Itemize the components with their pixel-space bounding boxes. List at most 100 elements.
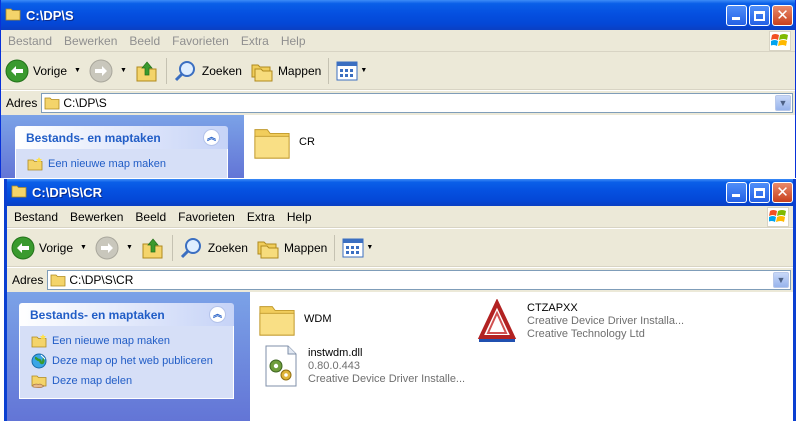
file-company: Creative Technology Ltd (527, 327, 645, 340)
windows-logo-icon (767, 207, 789, 227)
dll-file-icon (265, 345, 297, 387)
file-name: CTZAPXX (527, 301, 578, 314)
new-folder-icon (31, 334, 47, 348)
address-dropdown-button[interactable]: ▼ (773, 272, 789, 288)
back-button[interactable]: Vorige ▼ (7, 232, 91, 264)
menu-help[interactable]: Help (275, 34, 312, 48)
address-bar: Adres C:\DP\S\CR ▼ (7, 268, 793, 292)
search-icon (174, 60, 195, 81)
file-name: instwdm.dll (308, 346, 363, 359)
toolbar: Vorige ▼ ▼ Zoeken Mappen ▼ (1, 52, 795, 90)
search-button[interactable]: Zoeken (170, 55, 246, 87)
explorer-window-dp-s-cr: C:\DP\S\CR ✕ Bestand Bewerken Beeld Favo… (4, 179, 796, 421)
list-item-folder-wdm[interactable]: WDM (258, 300, 332, 338)
chevron-down-icon[interactable]: ▼ (80, 244, 87, 251)
title-bar[interactable]: C:\DP\S ✕ (1, 0, 795, 30)
list-item-ctzapxx[interactable]: CTZAPXX Creative Device Driver Installa.… (475, 299, 684, 343)
menu-extra[interactable]: Extra (241, 210, 281, 224)
menu-extra[interactable]: Extra (235, 34, 275, 48)
title-bar[interactable]: C:\DP\S\CR ✕ (7, 179, 793, 206)
menu-beeld[interactable]: Beeld (129, 210, 172, 224)
menu-bestand[interactable]: Bestand (7, 210, 64, 224)
minimize-icon (732, 194, 740, 197)
folder-icon (44, 97, 60, 110)
tasks-header[interactable]: Bestands- en maptaken ︽ (15, 126, 228, 149)
close-icon: ✕ (776, 7, 789, 24)
menu-bar: Bestand Bewerken Beeld Favorieten Extra … (7, 206, 793, 228)
task-new-folder[interactable]: Een nieuwe map maken (31, 331, 233, 351)
menu-bar: Bestand Bewerken Beeld Favorieten Extra … (1, 30, 795, 52)
up-folder-button[interactable] (131, 55, 163, 87)
tasks-header[interactable]: Bestands- en maptaken ︽ (19, 303, 234, 326)
chevron-down-icon[interactable]: ▼ (120, 67, 127, 74)
folder-icon (5, 7, 21, 24)
address-dropdown-button[interactable]: ▼ (775, 95, 791, 111)
list-item-folder-cr[interactable]: CR (253, 123, 315, 161)
views-icon (336, 61, 358, 80)
folder-up-icon (136, 60, 157, 81)
maximize-button[interactable] (749, 182, 770, 203)
views-button[interactable]: ▼ (338, 232, 377, 264)
task-publish-web[interactable]: Deze map op het web publiceren (31, 351, 233, 371)
maximize-button[interactable] (749, 5, 770, 26)
new-folder-icon (27, 157, 43, 171)
maximize-icon (754, 10, 765, 21)
menu-bestand[interactable]: Bestand (1, 34, 58, 48)
forward-button[interactable]: ▼ (85, 55, 131, 87)
list-item-instwdm-dll[interactable]: instwdm.dll 0.80.0.443 Creative Device D… (262, 344, 465, 388)
chevron-down-icon[interactable]: ▼ (126, 244, 133, 251)
maximize-icon (754, 187, 765, 198)
toolbar-separator (165, 57, 167, 84)
folder-up-icon (142, 237, 163, 258)
menu-favorieten[interactable]: Favorieten (166, 34, 235, 48)
search-button[interactable]: Zoeken (176, 232, 252, 264)
close-button[interactable]: ✕ (772, 182, 793, 203)
back-arrow-icon (5, 59, 29, 82)
task-new-folder[interactable]: Een nieuwe map maken (27, 154, 227, 174)
back-button[interactable]: Vorige ▼ (1, 55, 85, 87)
forward-button[interactable]: ▼ (91, 232, 137, 264)
chevron-down-icon[interactable]: ▼ (74, 67, 81, 74)
close-icon: ✕ (776, 184, 789, 201)
minimize-button[interactable] (726, 5, 747, 26)
folders-icon (251, 64, 273, 81)
folders-icon (257, 241, 279, 258)
minimize-button[interactable] (726, 182, 747, 203)
content-area: Bestands- en maptaken ︽ Een nieuwe map m… (1, 115, 795, 178)
toolbar-separator (328, 57, 330, 84)
close-button[interactable]: ✕ (772, 5, 793, 26)
tasks-list: Een nieuwe map maken Deze map op het web… (19, 326, 234, 399)
address-input[interactable]: C:\DP\S ▼ (41, 93, 793, 113)
file-name: WDM (304, 312, 332, 325)
menu-favorieten[interactable]: Favorieten (172, 210, 241, 224)
address-label: Adres (12, 273, 44, 287)
minimize-icon (732, 17, 740, 20)
task-pane: Bestands- en maptaken ︽ Een nieuwe map m… (7, 292, 250, 421)
file-folder-tasks-panel: Bestands- en maptaken ︽ Een nieuwe map m… (19, 303, 234, 399)
address-label: Adres (6, 96, 38, 110)
up-folder-button[interactable] (137, 232, 169, 264)
content-area: Bestands- en maptaken ︽ Een nieuwe map m… (7, 292, 793, 421)
views-icon (342, 238, 364, 257)
menu-help[interactable]: Help (281, 210, 318, 224)
folder-icon (254, 129, 290, 159)
back-arrow-icon (11, 236, 35, 259)
address-bar: Adres C:\DP\S ▼ (1, 91, 795, 115)
address-value: C:\DP\S\CR (69, 273, 134, 287)
address-value: C:\DP\S (63, 96, 107, 110)
task-share-folder[interactable]: Deze map delen (31, 371, 233, 391)
menu-bewerken[interactable]: Bewerken (58, 34, 123, 48)
window-title: C:\DP\S (26, 7, 74, 23)
folder-icon (50, 274, 66, 287)
folder-icon (259, 306, 295, 336)
collapse-chevron-icon[interactable]: ︽ (203, 129, 220, 146)
address-input[interactable]: C:\DP\S\CR ▼ (47, 270, 791, 290)
menu-bewerken[interactable]: Bewerken (64, 210, 129, 224)
views-button[interactable]: ▼ (332, 55, 371, 87)
collapse-chevron-icon[interactable]: ︽ (209, 306, 226, 323)
creative-driver-icon (477, 299, 517, 342)
file-version: 0.80.0.443 (308, 359, 360, 372)
folders-button[interactable]: Mappen (246, 55, 325, 87)
menu-beeld[interactable]: Beeld (123, 34, 166, 48)
folders-button[interactable]: Mappen (252, 232, 331, 264)
